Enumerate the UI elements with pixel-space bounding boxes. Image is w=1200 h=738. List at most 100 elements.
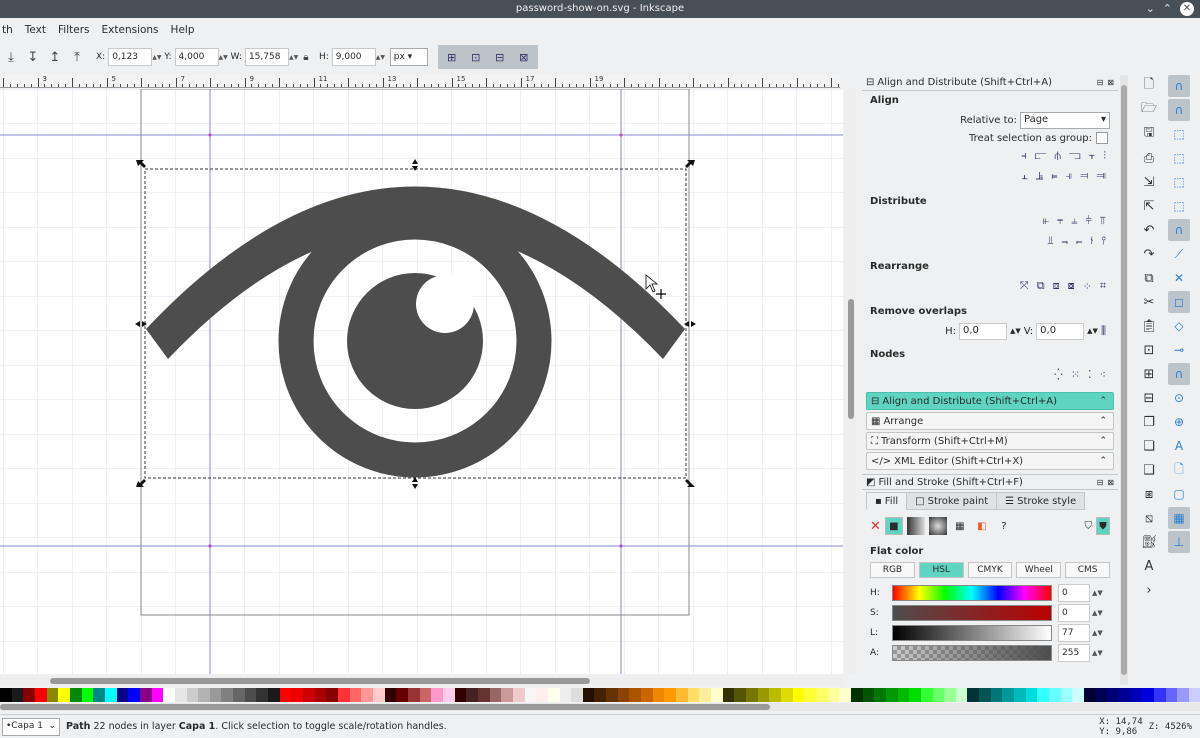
color-swatch[interactable] xyxy=(303,688,315,702)
alpha-value[interactable]: 255 xyxy=(1058,644,1090,662)
print-icon[interactable]: ⎙ xyxy=(1138,147,1160,169)
align-bottom-edge-icon[interactable]: ⫠ xyxy=(1021,169,1028,183)
more-icon[interactable]: › xyxy=(1138,579,1160,601)
import-icon[interactable]: ⇲ xyxy=(1138,171,1160,193)
scale-stroke-icon[interactable]: ⊞ xyxy=(442,46,462,68)
color-swatch[interactable] xyxy=(827,688,840,702)
panel-close-icon[interactable]: ⊠ xyxy=(1107,78,1114,87)
color-swatch[interactable] xyxy=(1177,688,1189,702)
color-swatch[interactable] xyxy=(780,688,793,702)
h-spinner[interactable]: ▲▼ xyxy=(376,48,385,66)
mesh-gradient-icon[interactable]: ▦ xyxy=(951,517,969,535)
color-swatch[interactable] xyxy=(1142,688,1154,702)
color-swatch[interactable] xyxy=(909,688,921,702)
color-swatch[interactable] xyxy=(58,688,70,702)
color-swatch[interactable] xyxy=(1165,688,1178,702)
saturation-value[interactable]: 0 xyxy=(1058,604,1090,622)
flat-color-icon[interactable]: ■ xyxy=(884,517,903,535)
snap-page-border-icon[interactable]: 🗋︎ xyxy=(1168,459,1190,481)
distribute-gaps-h-icon[interactable]: ⫩ xyxy=(1085,214,1091,228)
snap-page-icon[interactable]: ▢ xyxy=(1168,483,1190,505)
color-mode-rgb[interactable]: RGB xyxy=(870,562,915,578)
clone-icon[interactable]: ❏ xyxy=(1138,435,1160,457)
zoom-selection-icon[interactable]: ⊡ xyxy=(1138,339,1160,361)
color-mode-cms[interactable]: CMS xyxy=(1065,562,1110,578)
color-mode-wheel[interactable]: Wheel xyxy=(1016,562,1062,578)
align-left-icon[interactable]: ⫍ xyxy=(1035,149,1047,163)
snap-intersection-icon[interactable]: ✕ xyxy=(1168,267,1190,289)
color-swatch[interactable] xyxy=(699,688,712,702)
color-swatch[interactable] xyxy=(174,688,187,702)
snap-grid-icon[interactable]: ▦ xyxy=(1168,507,1190,529)
color-swatch[interactable] xyxy=(769,688,781,702)
color-swatch[interactable] xyxy=(431,688,443,702)
color-swatch[interactable] xyxy=(419,688,432,702)
lightness-value[interactable]: 77 xyxy=(1058,624,1090,642)
color-swatch[interactable] xyxy=(349,688,362,702)
color-swatch[interactable] xyxy=(104,688,117,702)
color-swatch[interactable] xyxy=(1049,688,1061,702)
undo-icon[interactable]: ↶ xyxy=(1138,219,1160,241)
snap-midpoint-icon[interactable]: ⊸ xyxy=(1168,339,1190,361)
color-swatch[interactable] xyxy=(46,688,59,702)
align-right-edge-icon[interactable]: ⫞ xyxy=(1021,149,1027,163)
dialog-bar-arrange[interactable]: ▦ Arrange ⌃ xyxy=(866,412,1114,430)
color-swatch[interactable] xyxy=(233,688,245,702)
color-swatch[interactable] xyxy=(501,688,513,702)
no-paint-icon[interactable]: ✕ xyxy=(870,519,881,534)
exchange-positions-icon[interactable]: ⧉ xyxy=(1037,279,1045,293)
color-swatch[interactable] xyxy=(361,688,373,702)
color-swatch[interactable] xyxy=(641,688,653,702)
zoom-field[interactable]: 4526% xyxy=(1165,722,1192,732)
align-nodes-v-icon[interactable]: ⁙ xyxy=(1071,368,1080,381)
snap-bbox-corner-icon[interactable]: ⬚ xyxy=(1168,147,1190,169)
w-field[interactable]: 15,758 xyxy=(244,48,289,66)
color-swatch[interactable] xyxy=(990,688,1003,702)
color-swatch[interactable] xyxy=(454,688,467,702)
distribute-left-icon[interactable]: ⫦ xyxy=(1043,214,1049,228)
color-swatch[interactable] xyxy=(466,688,478,702)
remove-overlaps-icon[interactable]: ⫼ xyxy=(1101,324,1106,338)
color-swatch[interactable] xyxy=(839,688,851,702)
color-swatch[interactable] xyxy=(407,688,420,702)
color-swatch[interactable] xyxy=(1188,688,1200,702)
lightness-spinner[interactable]: ▲▼ xyxy=(1092,629,1103,637)
color-swatch[interactable] xyxy=(536,688,548,702)
color-swatch[interactable] xyxy=(617,688,630,702)
color-swatch[interactable] xyxy=(221,688,234,702)
hue-spinner[interactable]: ▲▼ xyxy=(1092,589,1103,597)
menu-item-text[interactable]: Text xyxy=(25,24,46,36)
tab-fill[interactable]: ▪ Fill xyxy=(866,492,908,510)
open-icon[interactable]: 🗁︎ xyxy=(1138,99,1160,121)
align-left-edge-icon[interactable]: ⫟ xyxy=(1089,149,1096,163)
exchange-z-order-icon[interactable]: ⧈ xyxy=(1053,279,1060,293)
y-field[interactable]: 4,000 xyxy=(174,48,219,66)
scale-corners-icon[interactable]: ⊡ xyxy=(466,46,486,68)
color-swatch[interactable] xyxy=(1119,688,1131,702)
paste-icon[interactable]: 📋︎ xyxy=(1138,315,1160,337)
menu-item-help[interactable]: Help xyxy=(171,24,195,36)
color-swatch[interactable] xyxy=(547,688,560,702)
treat-group-checkbox[interactable] xyxy=(1096,132,1108,144)
dialog-bar-xml-editor[interactable]: </> XML Editor (Shift+Ctrl+X) ⌃ xyxy=(866,452,1114,470)
copy-icon[interactable]: ⧉ xyxy=(1138,267,1160,289)
color-swatch[interactable] xyxy=(23,688,35,702)
raise-to-top-icon[interactable]: ⤒ xyxy=(66,46,88,68)
color-swatch[interactable] xyxy=(1002,688,1015,702)
snap-nodes-icon[interactable]: ∩ xyxy=(1168,219,1190,241)
tab-stroke-style[interactable]: ☰ Stroke style xyxy=(996,492,1086,510)
color-swatch[interactable] xyxy=(489,688,502,702)
text-font-icon[interactable]: A xyxy=(1138,555,1160,577)
color-swatch[interactable] xyxy=(967,688,980,702)
save-icon[interactable]: 🖫︎ xyxy=(1138,123,1160,145)
palette-scrollbar[interactable] xyxy=(0,703,1200,711)
color-swatch[interactable] xyxy=(850,688,863,702)
color-mode-hsl[interactable]: HSL xyxy=(918,562,964,578)
panel-close-icon[interactable]: ⊠ xyxy=(1107,478,1114,487)
color-swatch[interactable] xyxy=(373,688,385,702)
move-gradients-icon[interactable]: ⊟ xyxy=(490,46,510,68)
x-field[interactable]: 0,123 xyxy=(108,48,153,66)
unlink-clone-icon[interactable]: ❑ xyxy=(1138,459,1160,481)
color-swatch[interactable] xyxy=(442,688,455,702)
color-swatch[interactable] xyxy=(163,688,175,702)
